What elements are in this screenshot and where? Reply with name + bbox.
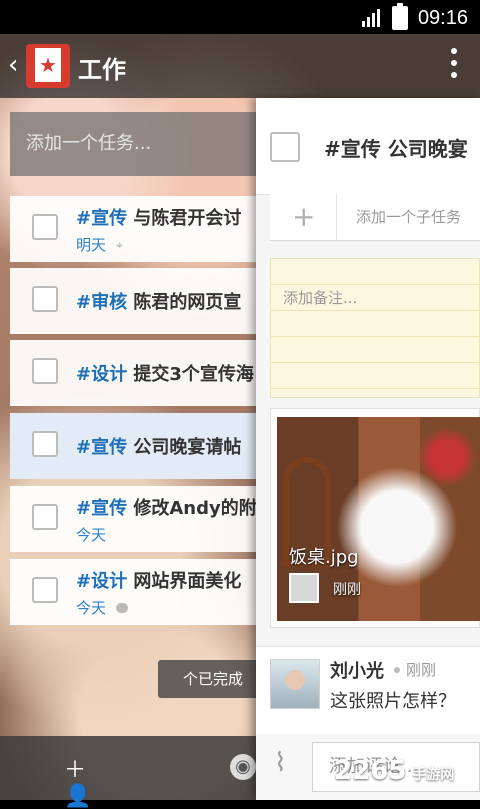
task-item[interactable]: #设计 提交3个宣传海	[10, 340, 262, 406]
attachment-card[interactable]: 饭桌.jpg 刚刚	[270, 408, 480, 628]
task-title: 修改Andy的附	[133, 498, 257, 519]
comment-icon	[116, 602, 129, 613]
top-app-bar: ‹ ★ 工作	[0, 34, 480, 98]
attachment-file-name: 饭桌.jpg	[289, 547, 359, 568]
task-title: 公司晚宴请帖	[133, 437, 242, 458]
paperclip-icon[interactable]: ⌇	[274, 748, 287, 778]
watermark: 2265 手游网	[334, 756, 455, 786]
wunderlist-logo[interactable]: ★	[26, 44, 70, 88]
task-tag: #宣传	[76, 208, 128, 229]
add-subtask-row[interactable]: + 添加一个子任务	[270, 194, 480, 241]
task-due: 明天	[76, 236, 107, 254]
list-title: 工作	[78, 56, 126, 84]
show-completed-button[interactable]: 个已完成	[158, 660, 268, 698]
overflow-menu-icon[interactable]	[450, 48, 458, 82]
add-task-input[interactable]: 添加一个任务...	[10, 112, 270, 176]
signal-icon	[361, 9, 382, 27]
status-time: 09:16	[417, 6, 468, 29]
back-chevron-icon[interactable]: ‹	[8, 50, 18, 80]
comment-text: 这张照片怎样？	[330, 691, 456, 712]
attachment-time: 刚刚	[333, 582, 361, 598]
avatar	[270, 659, 320, 709]
task-title: 陈君的网页宣	[133, 292, 242, 313]
task-item-selected[interactable]: #宣传 公司晚宴请帖	[10, 413, 262, 479]
pin-icon: ⌖	[116, 237, 123, 252]
task-tag: #设计	[76, 364, 128, 385]
note-field[interactable]: 添加备注...	[270, 258, 480, 398]
task-detail-panel: #宣传 公司晚宴 + 添加一个子任务 添加备注... 饭桌.jpg 刚刚 刘小光…	[256, 98, 480, 800]
task-title: 网站界面美化	[133, 571, 242, 592]
task-tag: #审核	[76, 292, 128, 313]
comment-item: 刘小光 刚刚 这张照片怎样？	[256, 646, 480, 736]
star-icon: ★	[35, 48, 61, 82]
battery-icon	[391, 3, 408, 30]
attachment-photo[interactable]: 饭桌.jpg 刚刚	[277, 417, 480, 621]
subtask-input[interactable]: 添加一个子任务	[356, 206, 461, 227]
task-checkbox[interactable]	[32, 577, 58, 603]
note-placeholder: 添加备注...	[283, 289, 358, 307]
task-due: 今天	[76, 526, 107, 544]
detail-checkbox[interactable]	[270, 132, 300, 162]
status-bar: 09:16	[0, 0, 480, 34]
task-tag: #宣传	[76, 437, 128, 458]
task-tag: #设计	[76, 571, 128, 592]
task-item[interactable]: #宣传 与陈君开会讨 明天 ⌖	[10, 196, 262, 262]
detail-header: #宣传 公司晚宴	[256, 98, 480, 195]
task-checkbox[interactable]	[32, 214, 58, 240]
task-checkbox[interactable]	[32, 286, 58, 312]
task-checkbox[interactable]	[32, 358, 58, 384]
comment-author: 刘小光	[330, 661, 384, 682]
task-title: 提交3个宣传海	[133, 364, 254, 385]
task-checkbox[interactable]	[32, 504, 58, 530]
avatar	[289, 573, 319, 603]
plus-icon[interactable]: +	[292, 200, 315, 233]
task-due: 今天	[76, 599, 107, 617]
task-item[interactable]: #设计 网站界面美化 今天	[10, 559, 262, 625]
comment-time: 刚刚	[406, 661, 437, 679]
task-checkbox[interactable]	[32, 431, 58, 457]
task-title: 与陈君开会讨	[133, 208, 242, 229]
task-item[interactable]: #宣传 修改Andy的附 今天	[10, 486, 262, 552]
detail-title[interactable]: #宣传 公司晚宴	[324, 133, 480, 162]
share-list-icon[interactable]: ＋👤	[64, 752, 98, 809]
task-tag: #宣传	[76, 498, 128, 519]
globe-icon[interactable]: ◉	[230, 754, 256, 780]
task-item[interactable]: #审核 陈君的网页宣	[10, 268, 262, 334]
